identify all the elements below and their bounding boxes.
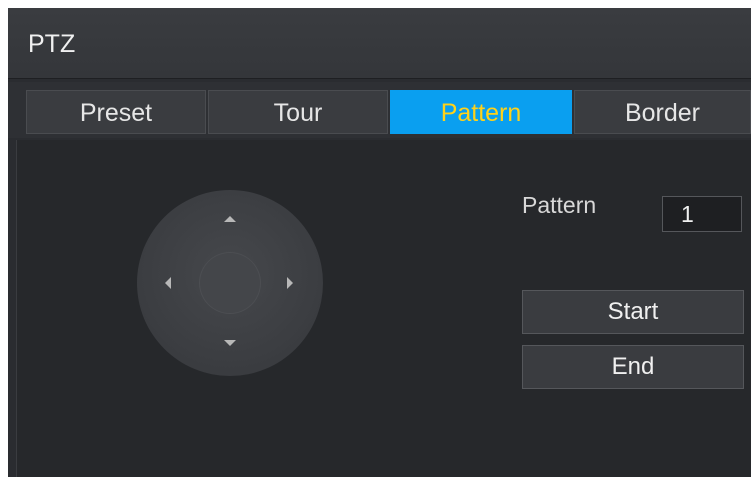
arrow-right-icon[interactable] <box>287 277 293 289</box>
pattern-number-input[interactable]: 1 <box>662 196 742 232</box>
tab-preset[interactable]: Preset <box>26 90 206 134</box>
ptz-direction-pad[interactable] <box>137 190 323 376</box>
end-button[interactable]: End <box>522 345 744 389</box>
tab-pattern[interactable]: Pattern <box>390 90 572 134</box>
title-bar: PTZ <box>8 8 751 79</box>
tab-bar: Preset Tour Pattern Border <box>8 82 751 138</box>
arrow-down-icon[interactable] <box>224 340 236 346</box>
tab-tour[interactable]: Tour <box>208 90 388 134</box>
window-title: PTZ <box>28 30 76 58</box>
pattern-label: Pattern <box>522 192 597 218</box>
ptz-center-button[interactable] <box>200 253 260 313</box>
tab-border[interactable]: Border <box>574 90 751 134</box>
ptz-window: PTZ Preset Tour Pattern Border Pattern 1… <box>8 8 751 477</box>
arrow-up-icon[interactable] <box>224 216 236 222</box>
start-button[interactable]: Start <box>522 290 744 334</box>
arrow-left-icon[interactable] <box>165 277 171 289</box>
pattern-panel: Pattern 1 Start End <box>16 140 751 477</box>
